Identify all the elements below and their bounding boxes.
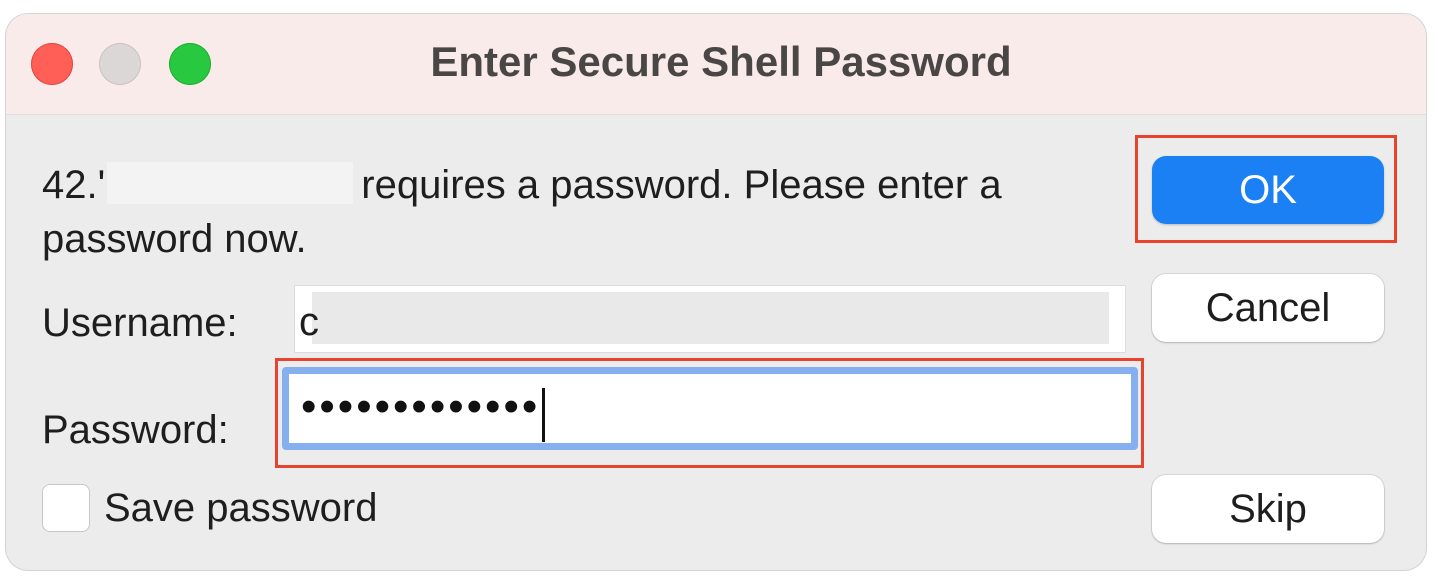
username-value: c — [299, 300, 319, 344]
skip-button[interactable]: Skip — [1152, 475, 1384, 543]
username-field[interactable]: c — [294, 285, 1126, 353]
username-label: Username: — [42, 301, 238, 345]
save-password-checkbox[interactable] — [42, 484, 90, 532]
cancel-button[interactable]: Cancel — [1152, 274, 1384, 342]
redacted-username — [312, 292, 1109, 344]
title-bar: Enter Secure Shell Password — [6, 14, 1426, 115]
password-label: Password: — [42, 408, 229, 452]
password-value: ••••••••••••• — [301, 382, 541, 431]
ok-button[interactable]: OK — [1152, 156, 1384, 224]
save-password-label[interactable]: Save password — [104, 486, 377, 531]
password-field[interactable]: ••••••••••••• — [282, 367, 1138, 450]
host-address: 42.' — [42, 163, 106, 207]
password-dialog: Enter Secure Shell Password 42.' requires… — [6, 14, 1426, 570]
text-caret — [542, 388, 546, 442]
redacted-host — [107, 162, 354, 204]
prompt-message: 42.' requires a password. Please enter a … — [42, 158, 1142, 266]
window-title: Enter Secure Shell Password — [430, 38, 1012, 85]
